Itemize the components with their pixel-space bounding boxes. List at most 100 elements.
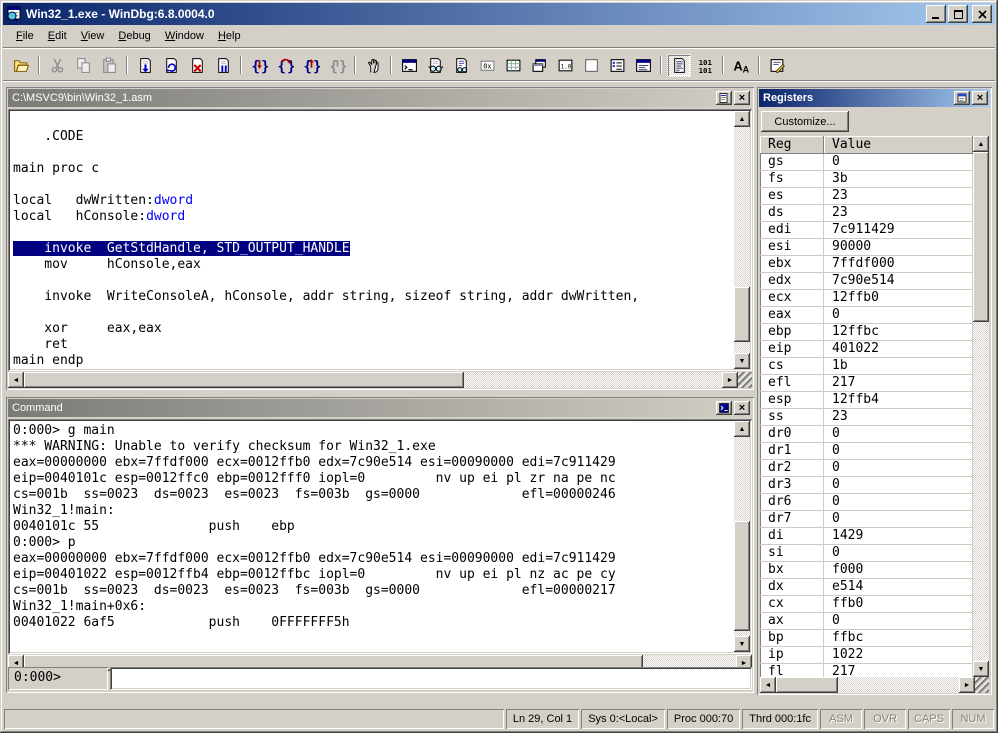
stop-debugging-button[interactable] xyxy=(185,54,209,77)
source-horizontal-scrollbar[interactable]: ◄ ► xyxy=(8,372,738,388)
scroll-up-button[interactable]: ▲ xyxy=(734,421,750,437)
register-row[interactable]: ss23 xyxy=(760,409,973,426)
scroll-up-button[interactable]: ▲ xyxy=(973,136,989,152)
scroll-up-button[interactable]: ▲ xyxy=(734,111,750,127)
processes-threads-button[interactable] xyxy=(605,54,629,77)
menu-edit[interactable]: Edit xyxy=(41,27,74,45)
open-source-file-button[interactable] xyxy=(9,54,33,77)
title-bar[interactable]: Win32_1.exe - WinDbg:6.8.0004.0 xyxy=(3,3,995,25)
source-vertical-scrollbar[interactable]: ▲ ▼ xyxy=(734,111,750,369)
scrollbar-track[interactable] xyxy=(24,372,722,388)
options-button[interactable] xyxy=(765,54,789,77)
locals-window-button[interactable] xyxy=(449,54,473,77)
restart-button[interactable] xyxy=(159,54,183,77)
scrollbar-track[interactable] xyxy=(973,152,989,661)
menu-view[interactable]: View xyxy=(74,27,112,45)
source-code-area[interactable]: .CODE main proc c local dwWritten:dwordl… xyxy=(8,109,752,371)
register-row[interactable]: eip401022 xyxy=(760,341,973,358)
register-row[interactable]: edi7c911429 xyxy=(760,222,973,239)
register-row[interactable]: ax0 xyxy=(760,613,973,630)
scroll-down-button[interactable]: ▼ xyxy=(734,353,750,369)
register-row[interactable]: dr30 xyxy=(760,477,973,494)
command-dock-button[interactable] xyxy=(716,401,732,415)
scroll-left-button[interactable]: ◄ xyxy=(8,372,24,388)
break-button[interactable] xyxy=(211,54,235,77)
column-header-value[interactable]: Value xyxy=(824,136,973,154)
scrollbar-track[interactable] xyxy=(734,437,750,636)
minimize-button[interactable] xyxy=(926,5,946,23)
command-close-button[interactable]: × xyxy=(734,401,750,415)
register-row[interactable]: dr60 xyxy=(760,494,973,511)
register-row[interactable]: cxffb0 xyxy=(760,596,973,613)
registers-resize-grip[interactable] xyxy=(975,677,989,693)
scrollbar-track[interactable] xyxy=(776,677,959,693)
command-vertical-scrollbar[interactable]: ▲ ▼ xyxy=(734,421,750,652)
scroll-right-button[interactable]: ► xyxy=(959,677,975,693)
register-row[interactable]: si0 xyxy=(760,545,973,562)
register-row[interactable]: dr70 xyxy=(760,511,973,528)
font-button[interactable]: AA xyxy=(729,54,753,77)
scroll-down-button[interactable]: ▼ xyxy=(973,661,989,677)
source-dock-button[interactable] xyxy=(716,91,732,105)
registers-horizontal-scrollbar[interactable]: ◄ ► xyxy=(760,677,975,693)
register-row[interactable]: dr10 xyxy=(760,443,973,460)
scrollbar-thumb[interactable] xyxy=(734,287,750,342)
register-row[interactable]: eax0 xyxy=(760,307,973,324)
scrollbar-track[interactable] xyxy=(734,127,750,353)
command-browser-button[interactable] xyxy=(631,54,655,77)
scrollbar-thumb[interactable] xyxy=(776,677,838,693)
register-row[interactable]: ebp12ffbc xyxy=(760,324,973,341)
menu-file[interactable]: File xyxy=(9,27,41,45)
maximize-button[interactable] xyxy=(948,5,968,23)
scroll-down-button[interactable]: ▼ xyxy=(734,636,750,652)
register-row[interactable]: cs1b xyxy=(760,358,973,375)
go-button[interactable] xyxy=(133,54,157,77)
source-window-titlebar[interactable]: C:\MSVC9\bin\Win32_1.asm × xyxy=(8,89,752,107)
register-row[interactable]: bxf000 xyxy=(760,562,973,579)
close-button[interactable] xyxy=(972,5,992,23)
registers-dock-button[interactable] xyxy=(954,91,970,105)
register-row[interactable]: esi90000 xyxy=(760,239,973,256)
registers-titlebar[interactable]: Registers × xyxy=(759,89,990,107)
menu-debug[interactable]: Debug xyxy=(111,27,157,45)
register-row[interactable]: dr20 xyxy=(760,460,973,477)
register-row[interactable]: ip1022 xyxy=(760,647,973,664)
source-close-button[interactable]: × xyxy=(734,91,750,105)
call-stack-window-button[interactable] xyxy=(527,54,551,77)
register-row[interactable]: es23 xyxy=(760,188,973,205)
step-into-button[interactable]: {} xyxy=(247,54,271,77)
register-row[interactable]: efl217 xyxy=(760,375,973,392)
memory-window-button[interactable] xyxy=(501,54,525,77)
source-mode-on-button[interactable] xyxy=(667,54,691,77)
menu-help[interactable]: Help xyxy=(211,27,248,45)
registers-close-button[interactable]: × xyxy=(972,91,988,105)
watch-window-button[interactable] xyxy=(423,54,447,77)
registers-vertical-scrollbar[interactable]: ▲ ▼ xyxy=(973,136,989,677)
menu-window[interactable]: Window xyxy=(158,27,211,45)
register-row[interactable]: gs0 xyxy=(760,154,973,171)
register-row[interactable]: edx7c90e514 xyxy=(760,273,973,290)
scrollbar-thumb[interactable] xyxy=(973,152,989,322)
register-row[interactable]: dr00 xyxy=(760,426,973,443)
command-input[interactable] xyxy=(110,667,752,690)
register-row[interactable]: fs3b xyxy=(760,171,973,188)
scroll-left-button[interactable]: ◄ xyxy=(760,677,776,693)
register-row[interactable]: fl217 xyxy=(760,664,973,677)
scratch-pad-button[interactable] xyxy=(579,54,603,77)
disassembly-window-button[interactable]: 1.0 xyxy=(553,54,577,77)
register-row[interactable]: dxe514 xyxy=(760,579,973,596)
step-out-button[interactable]: {} xyxy=(299,54,323,77)
source-resize-grip[interactable] xyxy=(738,372,752,388)
customize-button[interactable]: Customize... xyxy=(761,111,849,132)
register-row[interactable]: di1429 xyxy=(760,528,973,545)
command-window-titlebar[interactable]: Command × xyxy=(8,399,752,417)
register-row[interactable]: bpffbc xyxy=(760,630,973,647)
register-row[interactable]: ebx7ffdf000 xyxy=(760,256,973,273)
registers-window-button[interactable]: 0x xyxy=(475,54,499,77)
command-output-area[interactable]: 0:000> g main*** WARNING: Unable to veri… xyxy=(8,419,752,654)
command-window-button[interactable] xyxy=(397,54,421,77)
assembly-mode-button[interactable]: 101101 xyxy=(693,54,717,77)
register-row[interactable]: ecx12ffb0 xyxy=(760,290,973,307)
scrollbar-thumb[interactable] xyxy=(24,372,464,388)
insert-remove-breakpoint-button[interactable] xyxy=(361,54,385,77)
